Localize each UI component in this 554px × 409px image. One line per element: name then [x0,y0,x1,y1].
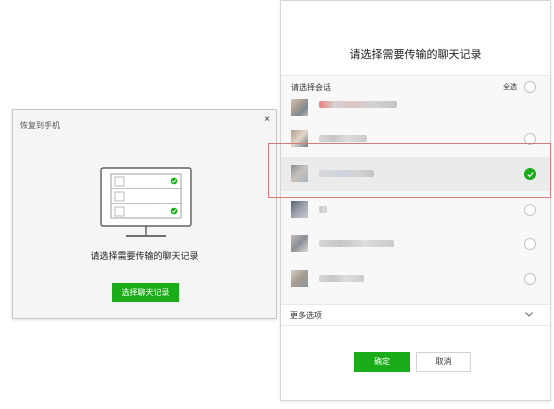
conversation-radio[interactable] [524,204,536,216]
conversation-row[interactable] [281,262,550,296]
monitor-checklist-illustration [100,167,192,237]
conversation-radio[interactable] [524,238,536,250]
more-options-label: 更多选项 [290,311,322,320]
avatar [291,99,308,116]
restore-to-phone-dialog: 恢复到手机 × 请选择需要传输的聊天记录 选择聊天记录 [12,109,277,319]
restore-prompt-text: 请选择需要传输的聊天记录 [90,251,199,261]
conversation-name [319,240,394,247]
confirm-button[interactable]: 确定 [354,352,410,372]
conversation-name [319,101,397,108]
avatar [291,235,308,252]
choose-chat-history-button[interactable]: 选择聊天记录 [112,283,179,302]
conversation-row[interactable] [281,227,550,261]
avatar [291,165,308,182]
chat-selection-panel: 请选择需要传输的聊天记录 请选择会话 全选 更多选项 确定 取消 [280,0,551,401]
conversation-name [319,170,374,177]
conversation-row[interactable] [281,193,550,227]
close-icon[interactable]: × [264,114,270,126]
conversation-radio-checked[interactable] [524,168,536,180]
dialog-title: 恢复到手机 [20,121,60,130]
conversation-name [319,135,367,142]
conversation-radio[interactable] [524,273,536,285]
conversation-name [319,206,327,213]
conversation-row[interactable] [281,91,550,125]
conversation-row[interactable] [281,122,550,156]
avatar [291,270,308,287]
panel-title: 请选择需要传输的聊天记录 [349,49,482,61]
more-options-row[interactable]: 更多选项 [281,304,550,326]
cancel-button[interactable]: 取消 [416,352,471,372]
conversation-name [319,275,364,282]
avatar [291,130,308,147]
conversation-row-selected[interactable] [281,157,550,191]
avatar [291,201,308,218]
conversation-radio[interactable] [524,133,536,145]
chevron-down-icon [525,312,533,317]
check-icon [527,172,534,178]
